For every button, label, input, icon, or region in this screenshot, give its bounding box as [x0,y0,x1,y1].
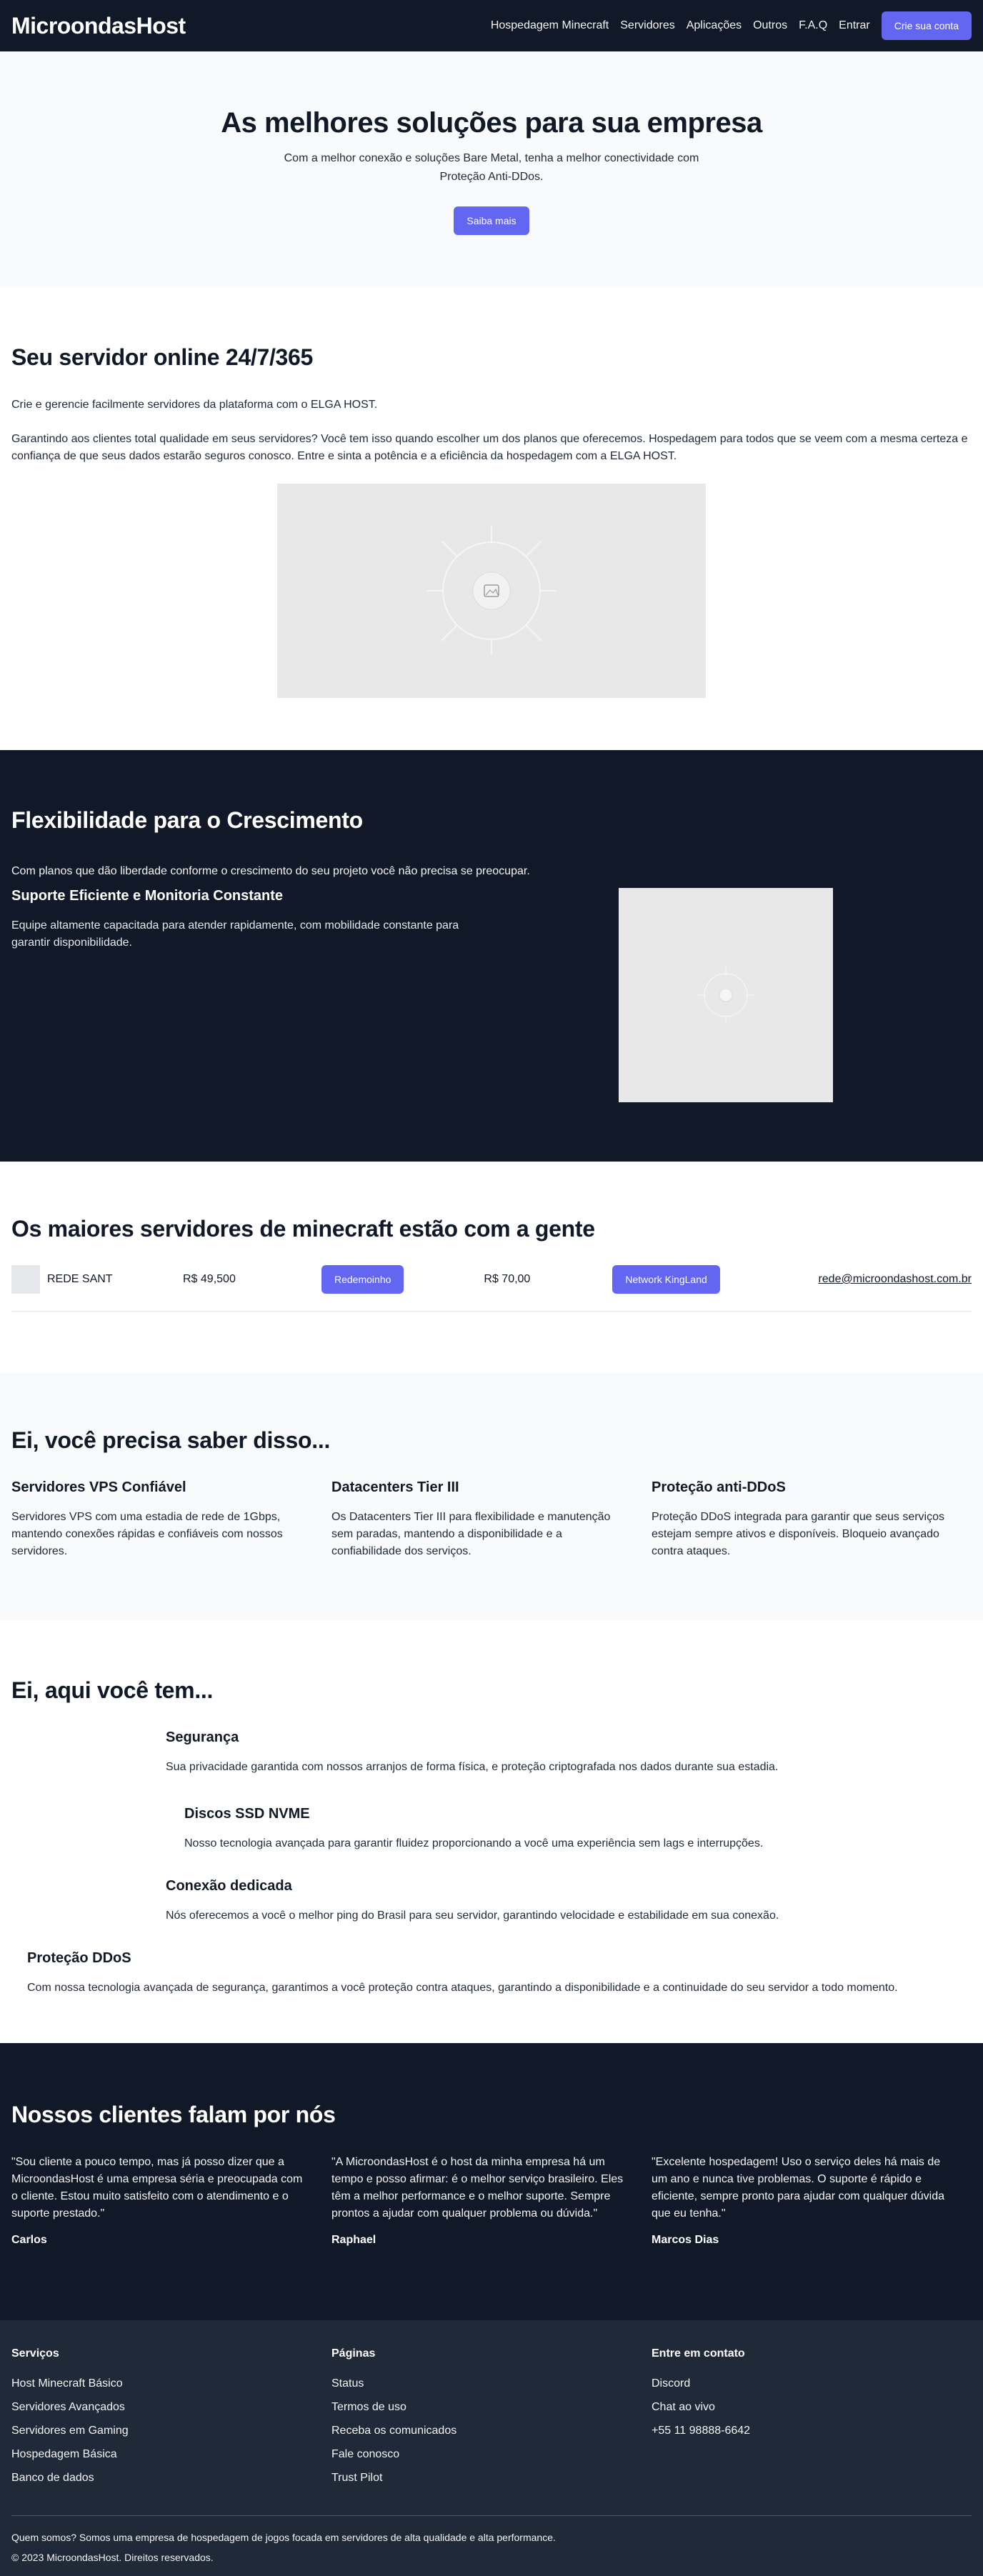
benefit-text: Sua privacidade garantida com nossos arr… [166,1761,779,1773]
flex-image-placeholder [619,888,833,1102]
flex-subtitle: Suporte Eficiente e Monitoria Constante [11,888,284,904]
contact-email-link[interactable]: rede@microondashost.com.br [818,1273,972,1286]
online-paragraph-2: Garantindo aos clientes total qualidade … [11,433,968,462]
testimonial-author: Marcos Dias [652,2234,719,2246]
nav-link-minecraft[interactable]: Hospedagem Minecraft [491,19,609,32]
footer-column-pages: Páginas Status Termos de uso Receba os c… [331,2347,652,2495]
nav-link-faq[interactable]: F.A.Q [799,19,827,32]
features-section: Ei, você precisa saber disso... Servidor… [0,1373,983,1620]
footer-link[interactable]: Trust Pilot [331,2472,652,2485]
footer-copyright: © 2023 MicroondasHost. Direitos reservad… [11,2552,214,2563]
footer-heading: Serviços [11,2347,59,2360]
footer-heading: Entre em contato [652,2347,745,2360]
footer-heading: Páginas [331,2347,376,2360]
footer-link[interactable]: Fale conosco [331,2448,652,2461]
footer-link[interactable]: Servidores Avançados [11,2401,331,2414]
footer-divider [11,2515,972,2516]
server-price-1: R$ 49,500 [183,1273,236,1285]
footer-link[interactable]: Host Minecraft Básico [11,2377,331,2390]
feat-title: Ei, você precisa saber disso... [11,1427,331,1453]
server-image-placeholder [277,484,706,698]
benefits-section: Ei, aqui você tem... Segurança Sua priva… [0,1620,983,2043]
footer-column-contact: Entre em contato Discord Chat ao vivo +5… [652,2347,972,2495]
redemoinho-button[interactable]: Redemoinho [321,1265,404,1294]
feature-title: Datacenters Tier III [331,1479,459,1495]
mine-title: Os maiores servidores de minecraft estão… [11,1216,595,1242]
benefit-text: Com nossa tecnologia avançada de seguran… [27,1982,898,1994]
benefit-item: Discos SSD NVME Nosso tecnologia avançad… [184,1806,972,1852]
benefit-item: Conexão dedicada Nós oferecemos a você o… [166,1878,972,1924]
benefit-text: Nós oferecemos a você o melhor ping do B… [166,1909,779,1922]
feature-text: Proteção DDoS integrada para garantir qu… [652,1511,944,1557]
flex-intro: Com planos que dão liberdade conforme o … [11,865,530,877]
footer-link[interactable]: Discord [652,2377,972,2390]
online-paragraph-1: Crie e gerencie facilmente servidores da… [11,399,378,411]
feature-title: Servidores VPS Confiável [11,1479,186,1495]
server-price-2: R$ 70,00 [484,1273,531,1285]
footer-column-services: Serviços Host Minecraft Básico Servidore… [11,2347,331,2495]
testimonials-section: Nossos clientes falam por nós "Sou clien… [0,2043,983,2320]
testimonial-card: "Sou cliente a pouco tempo, mas já posso… [11,2154,331,2247]
nav-link-servidores[interactable]: Servidores [620,19,674,32]
learn-more-button[interactable]: Saiba mais [454,206,529,235]
online-section: Seu servidor online 24/7/365 Crie e gere… [0,287,983,750]
nav-link-outros[interactable]: Outros [753,19,787,32]
server-thumbnail [11,1265,40,1294]
footer-about: Quem somos? Somos uma empresa de hospeda… [11,2532,556,2543]
testimonial-quote: "Sou cliente a pouco tempo, mas já posso… [11,2156,303,2220]
footer-link[interactable]: Status [331,2377,652,2390]
server-row: REDE SANT R$ 49,500 Redemoinho R$ 70,00 … [11,1265,972,1294]
hero-subtitle: Com a melhor conexão e soluções Bare Met… [284,152,699,183]
image-placeholder-icon [697,967,754,1024]
benefit-title: Proteção DDoS [27,1950,131,1966]
footer: Serviços Host Minecraft Básico Servidore… [0,2320,983,2576]
brand-logo[interactable]: MicroondasHost [11,13,186,39]
benefit-item: Proteção DDoS Com nossa tecnologia avanç… [27,1950,972,1997]
feature-text: Os Datacenters Tier III para flexibilida… [331,1511,611,1557]
benefit-text: Nosso tecnologia avançada para garantir … [184,1837,764,1849]
testimonial-card: "Excelente hospedagem! Uso o serviço del… [652,2154,972,2247]
footer-link[interactable]: +55 11 98888-6642 [652,2425,972,2437]
feature-text: Servidores VPS com uma estadia de rede d… [11,1511,283,1557]
flexibility-section: Flexibilidade para o Crescimento Com pla… [0,750,983,1162]
benefit-title: Conexão dedicada [166,1878,292,1894]
footer-link[interactable]: Termos de uso [331,2401,652,2414]
nav-link-aplicacoes[interactable]: Aplicações [687,19,742,32]
minecraft-servers-section: Os maiores servidores de minecraft estão… [0,1162,983,1373]
nav-links: Hospedagem Minecraft Servidores Aplicaçõ… [491,11,972,40]
benefit-title: Segurança [166,1729,239,1745]
testimonial-quote: "A MicroondasHost é o host da minha empr… [331,2156,624,2220]
feature-title: Proteção anti-DDoS [652,1479,786,1495]
divider [11,1311,972,1312]
benefit-title: Discos SSD NVME [184,1806,310,1822]
flex-title: Flexibilidade para o Crescimento [11,807,363,833]
image-placeholder-icon [427,526,556,655]
flex-text: Equipe altamente capacitada para atender… [11,919,459,949]
online-title: Seu servidor online 24/7/365 [11,344,314,370]
aqui-title: Ei, aqui você tem... [11,1677,214,1703]
feature-card: Servidores VPS Confiável Servidores VPS … [11,1479,331,1560]
testimonial-card: "A MicroondasHost é o host da minha empr… [331,2154,652,2247]
test-title: Nossos clientes falam por nós [11,2102,336,2127]
feature-card: Proteção anti-DDoS Proteção DDoS integra… [652,1479,972,1560]
hero-title: As melhores soluções para sua empresa [221,107,762,139]
footer-link[interactable]: Banco de dados [11,2472,331,2485]
benefit-item: Segurança Sua privacidade garantida com … [166,1729,972,1776]
network-kingland-button[interactable]: Network KingLand [612,1265,720,1294]
footer-link[interactable]: Receba os comunicados [331,2425,652,2437]
footer-link[interactable]: Servidores em Gaming [11,2425,331,2437]
feature-card: Datacenters Tier III Os Datacenters Tier… [331,1479,652,1560]
footer-link[interactable]: Hospedagem Básica [11,2448,331,2461]
footer-link[interactable]: Chat ao vivo [652,2401,972,2414]
create-account-button[interactable]: Crie sua conta [881,11,972,40]
testimonial-author: Raphael [331,2234,376,2246]
server-name: REDE SANT [47,1273,113,1285]
testimonial-author: Carlos [11,2234,47,2246]
hero-section: As melhores soluções para sua empresa Co… [0,51,983,287]
testimonial-quote: "Excelente hospedagem! Uso o serviço del… [652,2156,945,2220]
nav-link-entrar[interactable]: Entrar [839,19,870,32]
top-navbar: MicroondasHost Hospedagem Minecraft Serv… [0,0,983,51]
